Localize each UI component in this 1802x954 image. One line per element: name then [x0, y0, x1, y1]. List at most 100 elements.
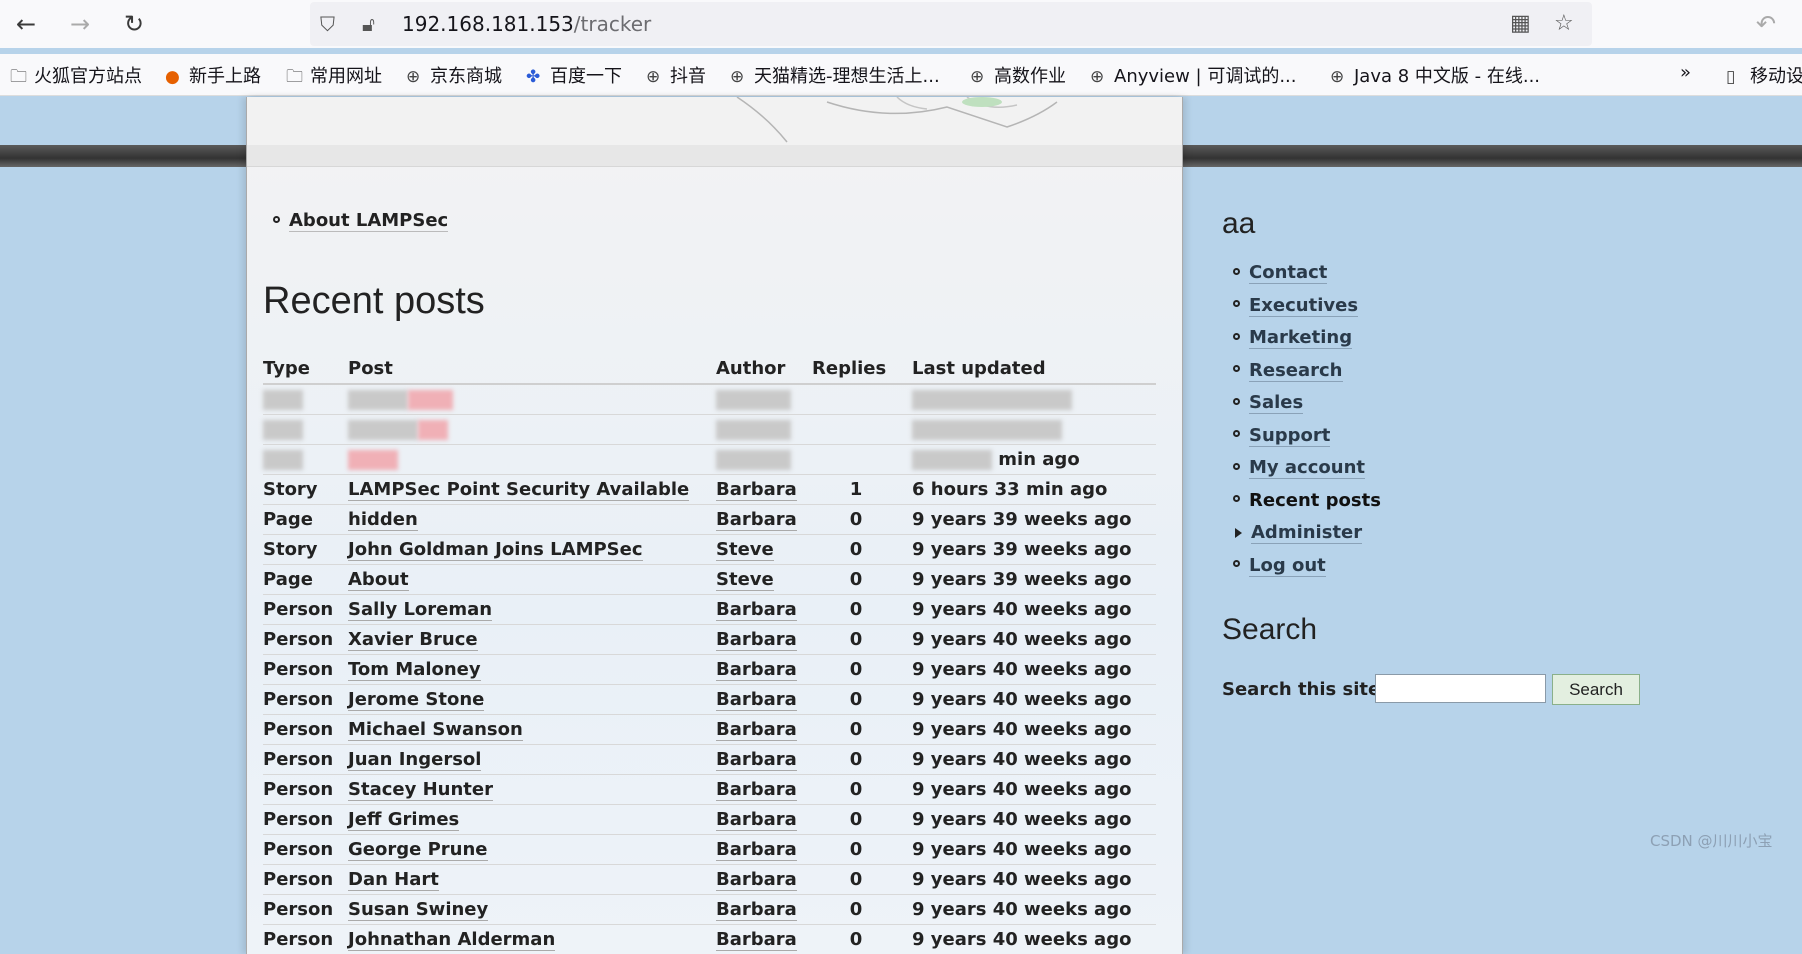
cell-type: Person: [263, 684, 348, 715]
undo-icon[interactable]: ↶: [1750, 8, 1782, 40]
sidebar-item-label: Support: [1249, 424, 1331, 447]
shield-icon[interactable]: ⛉: [320, 12, 335, 36]
sidebar-item-log-out[interactable]: Log out: [1233, 554, 1381, 588]
post-link[interactable]: Jerome Stone: [348, 688, 485, 711]
search-button[interactable]: Search: [1552, 674, 1640, 705]
post-link[interactable]: Stacey Hunter: [348, 778, 493, 801]
author-link[interactable]: Barbara: [716, 688, 797, 711]
author-link[interactable]: Barbara: [716, 778, 797, 801]
reload-icon[interactable]: ↻: [118, 8, 150, 40]
header-separator: [247, 145, 1182, 167]
author-link[interactable]: Barbara: [716, 718, 797, 741]
url-host: 192.168.181.153: [402, 12, 574, 36]
author-link[interactable]: Barbara: [716, 478, 797, 501]
post-link[interactable]: Tom Maloney: [348, 658, 481, 681]
sidebar-item-support[interactable]: Support: [1233, 424, 1381, 458]
cell-last-updated: 9 years 40 weeks ago: [912, 594, 1156, 625]
post-link[interactable]: Jeff Grimes: [348, 808, 460, 831]
post-link[interactable]: George Prune: [348, 838, 488, 861]
table-row: Story LAMPSec Point Security Available Bar…: [263, 474, 1156, 505]
post-link[interactable]: About: [348, 568, 409, 591]
post-link[interactable]: Michael Swanson: [348, 718, 523, 741]
author-link[interactable]: Barbara: [716, 508, 797, 531]
author-link[interactable]: Barbara: [716, 808, 797, 831]
about-lampsec-link[interactable]: About LAMPSec: [273, 210, 449, 232]
sidebar-item-contact[interactable]: Contact: [1233, 262, 1381, 295]
author-link[interactable]: Barbara: [716, 628, 797, 651]
table-row: Page hidden Barbara 0 9 years 39 weeks ago: [263, 504, 1156, 535]
url-text[interactable]: 192.168.181.153/tracker: [402, 12, 651, 36]
sidebar-item-sales[interactable]: Sales: [1233, 392, 1381, 425]
folder-icon: 🗀: [286, 67, 303, 87]
bookmark-star-icon[interactable]: ☆: [1554, 11, 1574, 36]
column-header-author[interactable]: Author: [716, 354, 812, 385]
sidebar-item-executives[interactable]: Executives: [1233, 294, 1381, 328]
cell-last-updated: 9 years 40 weeks ago: [912, 834, 1156, 865]
column-header-type[interactable]: Type: [263, 354, 348, 385]
bullet-icon: [1233, 332, 1240, 340]
author-link[interactable]: Barbara: [716, 898, 797, 921]
cell-last-updated: 9 years 40 weeks ago: [912, 804, 1156, 835]
post-link[interactable]: John Goldman Joins LAMPSec: [348, 538, 643, 561]
table-row: Person Jeff Grimes Barbara 0 9 years 40 week…: [263, 804, 1156, 835]
author-link[interactable]: Barbara: [716, 868, 797, 891]
overflow-chevron-icon[interactable]: »: [1680, 62, 1691, 83]
author-link[interactable]: Barbara: [716, 928, 797, 951]
forward-arrow-icon[interactable]: →: [64, 8, 96, 40]
bookmark-item[interactable]: ⊕ 高数作业: [970, 62, 1066, 88]
bookmark-item[interactable]: ⊕ 抖音: [646, 62, 706, 88]
bookmark-item[interactable]: ● 新手上路: [165, 62, 261, 88]
author-link[interactable]: Barbara: [716, 838, 797, 861]
post-link[interactable]: Susan Swiney: [348, 898, 489, 921]
post-link[interactable]: Sally Loreman: [348, 598, 493, 621]
column-header-replies[interactable]: Replies: [812, 354, 912, 385]
cell-author: Barbara: [716, 864, 812, 895]
bookmark-item[interactable]: ⊕ 京东商城: [406, 62, 502, 88]
post-link[interactable]: Dan Hart: [348, 868, 439, 891]
back-arrow-icon[interactable]: ←: [10, 8, 42, 40]
column-header-last-updated[interactable]: Last updated: [912, 354, 1156, 385]
cell-post: LAMPSec Point Security Available: [348, 474, 716, 505]
bookmark-item[interactable]: ⊕ Anyview | 可调试的...: [1090, 62, 1297, 88]
header-map-image: [247, 96, 1182, 145]
post-link[interactable]: Johnathan Alderman: [348, 928, 556, 951]
author-link[interactable]: Steve: [716, 538, 774, 561]
bookmark-item[interactable]: 🗀 常用网址: [286, 62, 382, 93]
sidebar-item-marketing[interactable]: Marketing: [1233, 327, 1381, 360]
url-bar[interactable]: ⛉ 🔓︎ 192.168.181.153/tracker ▦ ☆: [310, 2, 1592, 46]
bookmark-item[interactable]: ⊕ Java 8 中文版 - 在线...: [1330, 62, 1540, 88]
author-link[interactable]: Steve: [716, 568, 774, 591]
bullet-icon: [1233, 397, 1240, 405]
bookmark-item[interactable]: ▯ 移动设: [1726, 62, 1802, 88]
post-link[interactable]: Xavier Bruce: [348, 628, 478, 651]
redacted-row: [263, 414, 1156, 445]
sidebar-item-research[interactable]: Research: [1233, 359, 1381, 393]
cell-type: Person: [263, 654, 348, 685]
bookmark-item[interactable]: ✤ 百度一下: [526, 62, 622, 88]
sidebar-item-my-account[interactable]: My account: [1233, 457, 1381, 490]
cell-author: Barbara: [716, 624, 812, 655]
post-link[interactable]: Juan Ingersol: [348, 748, 482, 771]
bookmark-item[interactable]: ⊕ 天猫精选-理想生活上...: [730, 62, 940, 88]
sidebar-item-recent-posts[interactable]: Recent posts: [1233, 490, 1381, 523]
bookmark-item[interactable]: 🗀 火狐官方站点: [10, 62, 142, 93]
redacted-block: [348, 419, 418, 440]
post-link[interactable]: hidden: [348, 508, 418, 531]
column-header-post[interactable]: Post: [348, 354, 716, 385]
search-input[interactable]: [1375, 674, 1546, 703]
author-link[interactable]: Barbara: [716, 598, 797, 621]
search-block-title: Search: [1222, 613, 1318, 646]
cell-post: hidden: [348, 504, 716, 535]
post-link[interactable]: LAMPSec Point Security Available: [348, 478, 690, 501]
cell-type: Person: [263, 624, 348, 655]
qr-code-icon[interactable]: ▦: [1510, 11, 1531, 36]
cell-author: Barbara: [716, 804, 812, 835]
insecure-lock-icon[interactable]: 🔓︎: [362, 12, 375, 36]
sidebar-item-administer[interactable]: Administer: [1233, 522, 1381, 555]
sidebar-item-label: Log out: [1249, 554, 1326, 577]
author-link[interactable]: Barbara: [716, 748, 797, 771]
cell-type: Page: [263, 504, 348, 535]
cell-author: Barbara: [716, 714, 812, 745]
cell-type: Story: [263, 474, 348, 505]
author-link[interactable]: Barbara: [716, 658, 797, 681]
